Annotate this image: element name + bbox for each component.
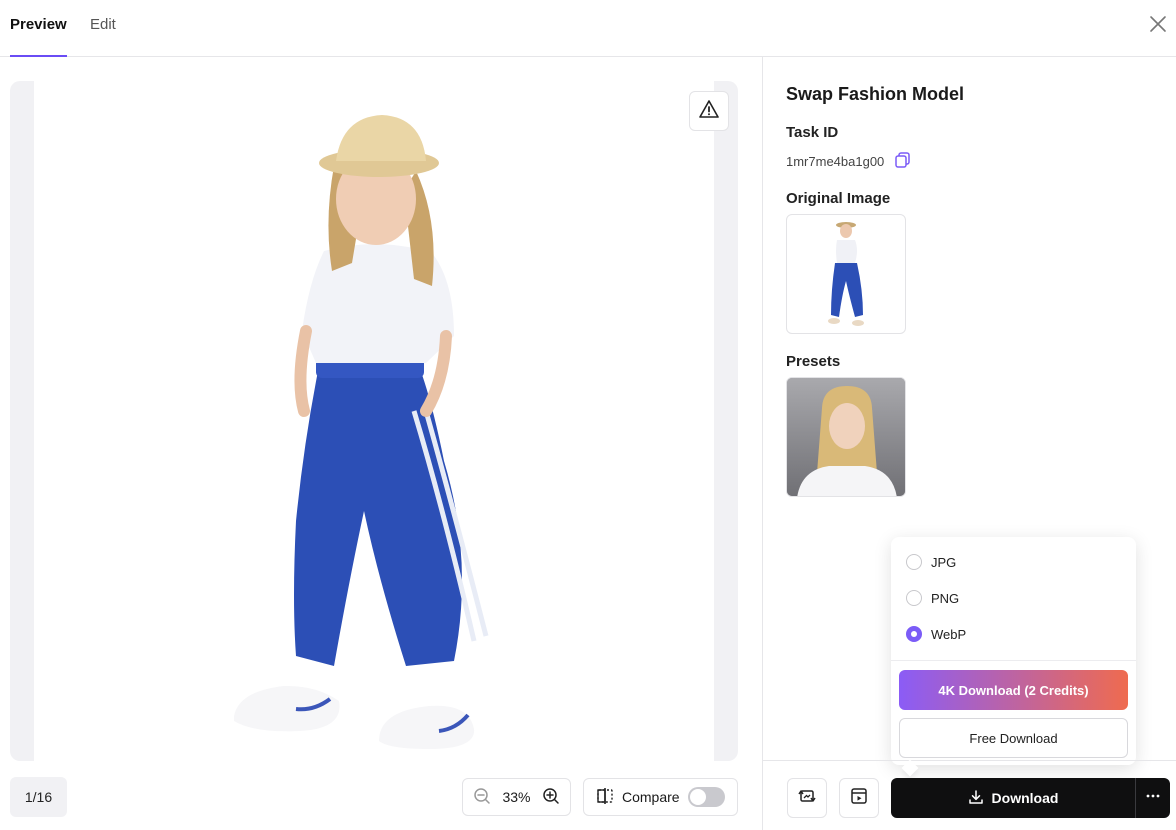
more-icon <box>1145 788 1161 809</box>
format-label-png: PNG <box>931 590 960 606</box>
task-id-row: 1mr7me4ba1g00 <box>786 151 912 172</box>
video-button[interactable] <box>839 778 879 818</box>
download-button-group: Download <box>891 778 1170 818</box>
format-label-jpg: JPG <box>931 554 957 570</box>
download-label: Download <box>991 790 1059 806</box>
regenerate-button[interactable] <box>787 778 827 818</box>
close-icon[interactable] <box>1148 14 1168 34</box>
preview-area <box>10 81 738 761</box>
regenerate-icon <box>797 786 817 811</box>
compare-control[interactable]: Compare <box>583 778 738 816</box>
format-label-webp: WebP <box>931 626 967 642</box>
warning-icon <box>699 99 719 124</box>
zoom-level: 33% <box>502 789 531 805</box>
format-option-webp[interactable]: WebP <box>906 626 966 642</box>
4k-download-button[interactable]: 4K Download (2 Credits) <box>899 670 1128 710</box>
presets-label: Presets <box>786 353 841 370</box>
compare-icon <box>596 787 614 808</box>
tab-preview[interactable]: Preview <box>10 16 67 57</box>
copy-icon[interactable] <box>894 151 912 172</box>
radio-jpg[interactable] <box>906 554 922 570</box>
panel-title: Swap Fashion Model <box>786 84 965 104</box>
radio-png[interactable] <box>906 590 922 606</box>
original-image-thumbnail[interactable] <box>786 214 906 334</box>
download-options-popover: JPG PNG WebP 4K Download (2 Credits) Fre… <box>891 537 1136 765</box>
more-options-button[interactable] <box>1136 778 1170 818</box>
download-icon <box>968 789 984 808</box>
page-indicator: 1/16 <box>10 777 67 817</box>
compare-toggle[interactable] <box>687 787 725 807</box>
zoom-out-icon[interactable] <box>473 787 491 808</box>
radio-webp[interactable] <box>906 626 922 642</box>
zoom-in-icon[interactable] <box>542 787 560 808</box>
format-option-png[interactable]: PNG <box>906 590 959 606</box>
compare-label: Compare <box>622 789 680 805</box>
download-button[interactable]: Download <box>891 778 1135 818</box>
report-button[interactable] <box>689 91 729 131</box>
panel-divider <box>762 57 763 830</box>
action-bar-divider <box>762 760 1176 761</box>
task-id-value: 1mr7me4ba1g00 <box>786 154 885 169</box>
original-image-label: Original Image <box>786 190 891 207</box>
zoom-control: 33% <box>462 778 571 816</box>
popover-divider <box>891 660 1136 661</box>
video-icon <box>849 786 869 811</box>
format-option-jpg[interactable]: JPG <box>906 554 956 570</box>
free-download-button[interactable]: Free Download <box>899 718 1128 758</box>
top-tabs-bar: Preview Edit <box>0 0 1176 57</box>
task-id-label: Task ID <box>786 124 839 141</box>
result-image <box>34 81 714 761</box>
tab-edit[interactable]: Edit <box>90 16 116 57</box>
preset-thumbnail[interactable] <box>786 377 906 497</box>
